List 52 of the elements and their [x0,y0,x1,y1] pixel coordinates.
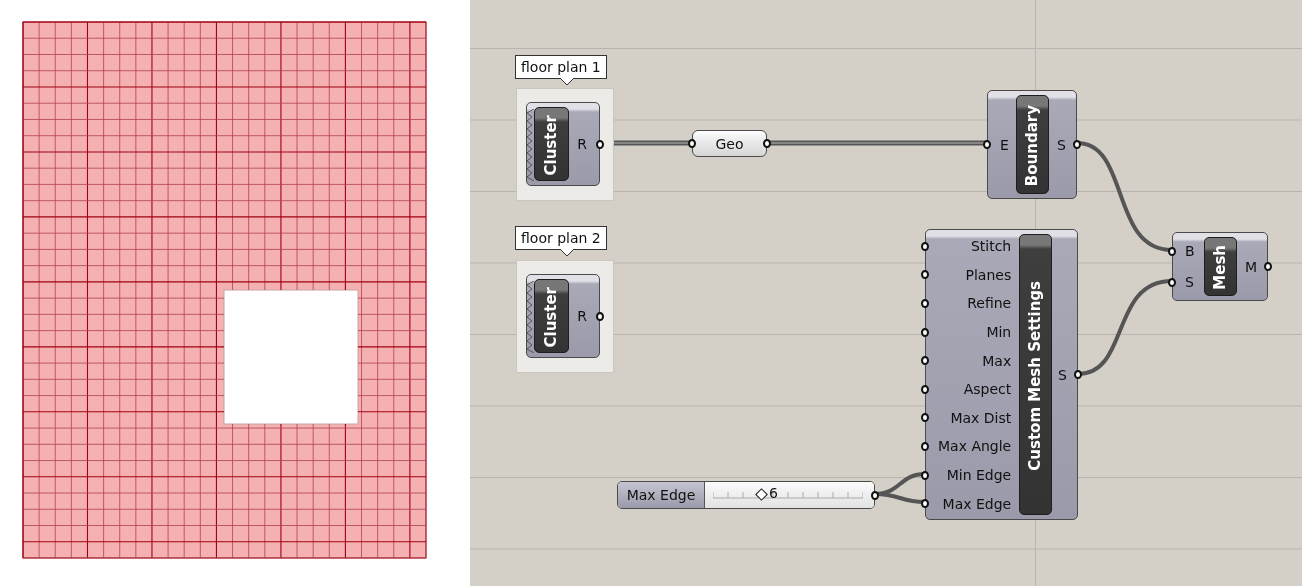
component-title: Mesh [1212,245,1228,290]
port-handle[interactable] [921,499,929,509]
port-handle[interactable] [596,311,604,321]
port-handle[interactable] [921,241,929,251]
port-handle[interactable] [921,470,929,480]
slider-label: Max Edge [618,482,705,508]
port-label: S [1058,367,1067,382]
port-label: Min [986,325,1012,340]
port-handle[interactable] [983,140,991,149]
port-label: Max Dist [950,410,1012,425]
port-label: Aspect [963,382,1012,397]
component-title: Custom Mesh Settings [1028,280,1044,471]
port-handle[interactable] [871,490,879,500]
tooltip-pointer [560,78,574,86]
port-handle[interactable] [1168,277,1176,287]
port-handle[interactable] [1264,262,1272,271]
port-handle[interactable] [1168,246,1176,256]
port-handle[interactable] [921,356,929,366]
slider-thumb[interactable] [755,488,768,501]
port-handle[interactable] [763,139,771,148]
component-title: Cluster [544,114,559,176]
port-label: E [1000,137,1009,152]
component-title: Boundary [1024,104,1040,187]
port-label: R [577,137,587,151]
port-label: Max [982,353,1012,368]
port-label: Max Edge [942,496,1012,511]
port-label: Min Edge [946,468,1012,483]
slider-value: 6 [769,485,778,501]
port-label: Refine [967,296,1012,311]
port-label: Max Angle [938,439,1012,454]
port-label: Stitch [970,239,1012,254]
component-title: Geo [715,135,744,152]
port-handle[interactable] [921,270,929,280]
port-handle[interactable] [921,299,929,308]
port-handle[interactable] [921,413,929,423]
port-handle[interactable] [921,441,929,451]
port-handle[interactable] [1074,370,1082,379]
zigzag-edge-icon [526,281,534,353]
port-handle[interactable] [1073,140,1081,149]
port-label: S [1185,275,1194,289]
zigzag-edge-icon [526,109,534,181]
port-handle[interactable] [688,139,696,148]
port-label: S [1057,137,1066,152]
port-label: R [577,309,587,323]
port-label: Planes [965,267,1012,282]
port-handle[interactable] [921,327,929,337]
component-title: Cluster [544,286,559,348]
port-label: M [1244,259,1257,274]
tooltip-pointer [560,249,574,257]
port-handle[interactable] [921,384,929,394]
port-label: B [1185,244,1195,258]
port-handle[interactable] [596,139,604,149]
